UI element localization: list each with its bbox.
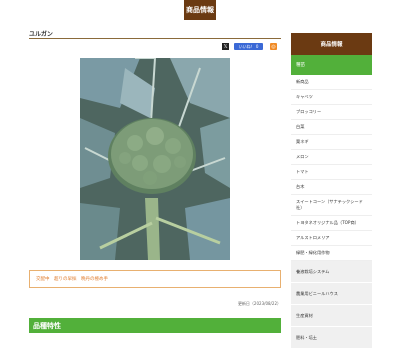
feature-tags: 交配中 超りの早採 晩丹の極め手 bbox=[29, 270, 281, 288]
section-heading: 品種特性 bbox=[29, 318, 281, 333]
sidebar-subitem[interactable]: 台木 bbox=[291, 180, 372, 195]
sidebar-subitem[interactable]: 新商品 bbox=[291, 75, 372, 90]
page-title: ユルガン bbox=[29, 31, 53, 38]
title-divider bbox=[29, 38, 281, 39]
product-photo bbox=[80, 58, 230, 260]
update-date: 更新日（2023/08/22） bbox=[237, 301, 281, 306]
sidebar-subitem[interactable]: トマト bbox=[291, 165, 372, 180]
sidebar-subitem[interactable]: スイートコーン（サナテックシード社） bbox=[291, 195, 372, 216]
sidebar-item-hydroponics[interactable]: 養液栽培システム bbox=[291, 261, 372, 283]
sidebar-subitem[interactable]: メロン bbox=[291, 150, 372, 165]
sidebar-item-seeds[interactable]: 種苗 bbox=[291, 55, 372, 75]
sidebar-item-greenhouse[interactable]: 農業用ビニールハウス bbox=[291, 283, 372, 305]
sidebar-subitem[interactable]: トヨタネオリジナル品（TOP商） bbox=[291, 216, 372, 231]
facebook-like-button[interactable]: いいね！ 0 bbox=[234, 43, 263, 50]
sidebar-subitem[interactable]: アルストロメリア bbox=[291, 231, 372, 246]
x-share-button[interactable]: 𝕏 bbox=[222, 43, 229, 50]
sidebar-item-materials[interactable]: 生産資材 bbox=[291, 305, 372, 327]
sidebar: 商品情報 種苗 新商品 キャベツ ブロッコリー 白菜 葉ネギ メロン トマト 台… bbox=[291, 33, 372, 349]
sidebar-subitem[interactable]: ブロッコリー bbox=[291, 105, 372, 120]
sidebar-subitem[interactable]: 葉ネギ bbox=[291, 135, 372, 150]
rss-icon[interactable]: ◎ bbox=[270, 43, 277, 50]
sidebar-title: 商品情報 bbox=[291, 33, 372, 55]
sidebar-subitem[interactable]: キャベツ bbox=[291, 90, 372, 105]
sidebar-item-fertilizer[interactable]: 肥料・培土 bbox=[291, 327, 372, 349]
sidebar-subitem[interactable]: 緑肥・緑化用作物 bbox=[291, 246, 372, 261]
sidebar-subitem[interactable]: 白菜 bbox=[291, 120, 372, 135]
header-badge: 商品情報 bbox=[184, 0, 216, 20]
